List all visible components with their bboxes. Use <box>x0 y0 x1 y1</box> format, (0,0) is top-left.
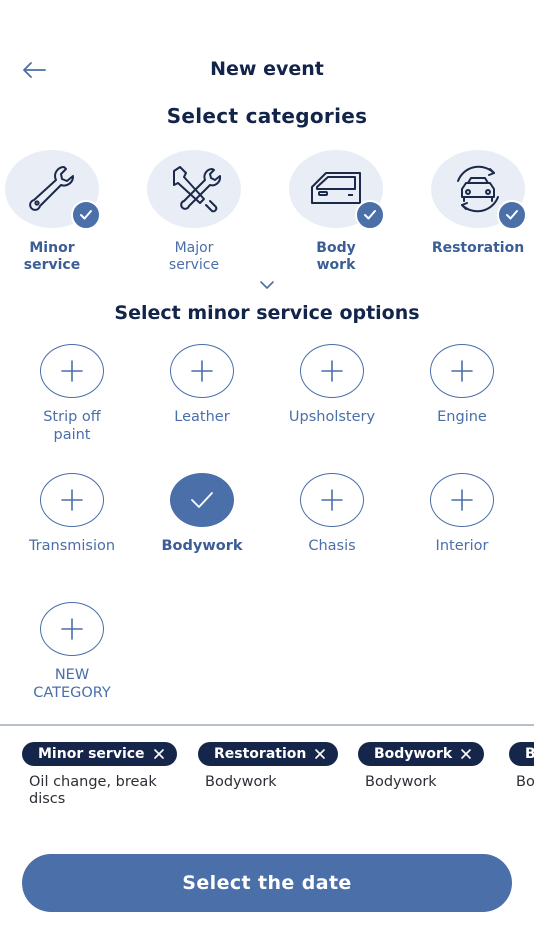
category-label: Body work <box>316 240 356 273</box>
chip-description: Bodywork <box>365 774 437 790</box>
plus-icon <box>451 360 473 382</box>
category-minor-service[interactable]: Minor service <box>0 150 118 274</box>
option-add-button[interactable] <box>40 344 104 398</box>
chip-label: Minor service <box>38 746 145 762</box>
option-transmision[interactable]: Transmision <box>7 473 137 555</box>
chip-description: Bo <box>516 774 534 790</box>
option-label: Interior <box>435 538 489 554</box>
chip-group: Minor service Oil change, break discs <box>22 742 192 808</box>
option-engine[interactable]: Engine <box>397 344 527 426</box>
check-icon <box>506 210 518 220</box>
check-icon <box>191 492 213 508</box>
plus-icon <box>451 489 473 511</box>
option-strip-off-paint[interactable]: Strip off paint <box>7 344 137 444</box>
options-title: Select minor service options <box>114 302 420 324</box>
option-leather[interactable]: Leather <box>137 344 267 426</box>
category-restoration[interactable]: Restoration <box>412 150 534 257</box>
header: New event <box>0 52 534 88</box>
option-bodywork[interactable]: Bodywork <box>137 473 267 555</box>
option-label: Engine <box>437 409 487 425</box>
chip-group: Bodywork Bodywork <box>358 742 528 791</box>
option-label: Leather <box>174 409 230 425</box>
chip-group: B Bo <box>509 742 534 791</box>
plus-icon <box>61 360 83 382</box>
plus-icon <box>61 618 83 640</box>
chip-description: Bodywork <box>205 774 277 790</box>
chip-description: Oil change, break discs <box>29 774 157 807</box>
category-label: Minor service <box>23 240 81 273</box>
tools-icon <box>173 166 222 213</box>
category-body-work[interactable]: Body work <box>270 150 402 274</box>
check-icon <box>80 210 92 220</box>
selected-check-badge <box>355 200 385 230</box>
option-label: Chasis <box>308 538 356 554</box>
category-major-service[interactable]: Major service <box>128 150 260 274</box>
selected-check-badge <box>71 200 101 230</box>
check-icon <box>364 210 376 220</box>
close-icon[interactable] <box>460 748 472 760</box>
page-title: New event <box>210 58 324 80</box>
close-icon[interactable] <box>153 748 165 760</box>
chip-group: Restoration Bodywork <box>198 742 368 791</box>
option-chasis[interactable]: Chasis <box>267 473 397 555</box>
option-add-button[interactable] <box>170 344 234 398</box>
option-interior[interactable]: Interior <box>397 473 527 555</box>
option-add-button[interactable] <box>430 473 494 527</box>
plus-icon <box>61 489 83 511</box>
option-add-button[interactable] <box>300 473 364 527</box>
plus-icon <box>191 360 213 382</box>
option-label: NEW CATEGORY <box>33 667 111 701</box>
plus-icon <box>321 489 343 511</box>
option-add-button[interactable] <box>40 473 104 527</box>
category-icon-circle <box>147 150 241 228</box>
categories-title: Select categories <box>166 104 368 128</box>
category-icon-circle <box>289 150 385 230</box>
option-new-category[interactable]: NEW CATEGORY <box>7 602 137 702</box>
category-list: Minor service Major service Body work Re… <box>0 150 534 280</box>
option-label: Strip off paint <box>43 409 101 443</box>
chip-label: B <box>525 746 534 762</box>
chip-bodywork[interactable]: Bodywork <box>358 742 485 766</box>
option-selected-button[interactable] <box>170 473 234 527</box>
divider <box>0 724 534 726</box>
category-label: Restoration <box>431 240 525 256</box>
chip-restoration[interactable]: Restoration <box>198 742 339 766</box>
selected-check-badge <box>497 200 527 230</box>
chip-label: Restoration <box>214 746 307 762</box>
option-label: Transmision <box>28 538 116 554</box>
option-add-button[interactable] <box>430 344 494 398</box>
option-label: Bodywork <box>161 538 243 554</box>
option-add-button[interactable] <box>40 602 104 656</box>
category-icon-circle <box>5 150 101 230</box>
selected-chips-scroller[interactable]: Minor service Oil change, break discs Re… <box>0 742 534 822</box>
chip-label: Bodywork <box>374 746 453 762</box>
plus-icon <box>321 360 343 382</box>
chip-minor-service[interactable]: Minor service <box>22 742 177 766</box>
category-label: Major service <box>168 240 220 273</box>
option-upsholstery[interactable]: Upsholstery <box>267 344 397 426</box>
close-icon[interactable] <box>314 748 326 760</box>
chip-partial[interactable]: B <box>509 742 534 766</box>
option-add-button[interactable] <box>300 344 364 398</box>
chevron-down-icon <box>260 281 274 289</box>
option-label: Upsholstery <box>288 409 376 425</box>
category-icon-circle <box>431 150 527 230</box>
select-date-button[interactable]: Select the date <box>22 854 512 912</box>
expand-chevron[interactable] <box>258 276 276 289</box>
